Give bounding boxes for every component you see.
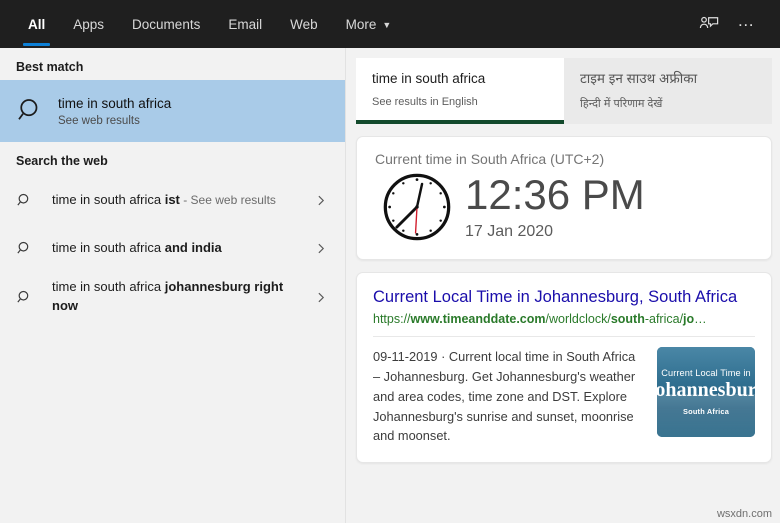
language-tab-active-underline (356, 120, 564, 124)
analog-clock-icon (375, 171, 459, 243)
language-tab-hint: हिन्दी में परिणाम देखें (580, 97, 663, 110)
time-card-title: Current time in South Africa (UTC+2) (375, 151, 605, 167)
tab-all-label: All (28, 16, 46, 32)
tab-more-label: More (345, 16, 377, 32)
suggestion-text: time in south africa ist - See web resul… (52, 191, 305, 210)
web-result-description: 09-11-2019 · Current local time in South… (373, 349, 636, 444)
suggestion-bold: ist (164, 191, 180, 207)
tab-all[interactable]: All (14, 0, 59, 48)
web-result-thumbnail[interactable]: Current Local Time in Johannesburg South… (657, 347, 755, 438)
best-match-result[interactable]: time in south africa See web results (0, 80, 345, 142)
web-result-body: 09-11-2019 · Current local time in South… (373, 347, 755, 446)
chevron-right-icon[interactable] (305, 194, 335, 207)
url-part-domain: www.timeanddate.com (410, 312, 546, 327)
suggestion-prefix: time in south africa (52, 240, 165, 256)
language-tab-english[interactable]: time in south africa See results in Engl… (356, 58, 564, 124)
results-panel: time in south africa See results in Engl… (346, 48, 780, 523)
overflow-dots: … (737, 10, 757, 30)
search-icon (16, 240, 52, 257)
nav-tab-list: All Apps Documents Email Web More ▼ (0, 0, 405, 48)
search-results-window: All Apps Documents Email Web More ▼ … Be… (0, 0, 780, 523)
search-web-heading: Search the web (16, 154, 108, 168)
chevron-right-icon[interactable] (305, 291, 335, 304)
url-part-scheme: https:// (373, 312, 411, 327)
time-card-text: 12:36 PM 17 Jan 2020 (459, 170, 645, 241)
divider (373, 336, 755, 338)
tab-apps[interactable]: Apps (59, 0, 118, 48)
thumbnail-line-1: Current Local Time in (661, 368, 751, 379)
language-tab-hint: See results in English (372, 95, 478, 108)
best-match-text: time in south africa See web results (58, 95, 171, 127)
watermark: wsxdn.com (716, 508, 772, 520)
suggestion-prefix: time in south africa (52, 279, 165, 295)
url-part-path2: -africa/ (644, 312, 684, 327)
thumbnail-text: Current Local Time in Johannesburg South… (657, 347, 755, 437)
time-card-body: 12:36 PM 17 Jan 2020 (375, 171, 753, 243)
tab-documents-label: Documents (132, 16, 201, 32)
suggestion-suffix: - See web results (179, 192, 276, 207)
thumbnail-line-3: South Africa (682, 406, 730, 416)
web-result-card: Current Local Time in Johannesburg, Sout… (356, 272, 772, 464)
suggestion-text: time in south africa johannesburg right … (52, 278, 305, 316)
sidebar: Best match time in south africa See web … (0, 48, 346, 523)
chevron-right-icon[interactable] (305, 242, 335, 255)
url-part-highlight1: south (610, 312, 645, 327)
current-time-card: Current time in South Africa (UTC+2) 12:… (356, 136, 772, 260)
url-part-ellipsis: … (694, 312, 707, 327)
url-part-path1: /worldclock/ (545, 312, 611, 327)
best-match-subtitle: See web results (58, 115, 140, 128)
tab-web[interactable]: Web (276, 0, 332, 48)
thumbnail-line-2: Johannesburg (657, 379, 755, 402)
suggestion-item-2[interactable]: time in south africa johannesburg right … (0, 271, 345, 323)
suggestion-text: time in south africa and india (52, 239, 305, 258)
web-result-title-link[interactable]: Current Local Time in Johannesburg, Sout… (373, 287, 755, 308)
topbar-actions: … (690, 0, 780, 48)
tab-active-underline (23, 43, 51, 46)
suggestion-item-1[interactable]: time in south africa and india (0, 226, 345, 271)
search-icon (16, 192, 52, 209)
tab-email-label: Email (228, 16, 263, 32)
current-time-value: 12:36 PM (465, 170, 645, 218)
chevron-down-icon: ▼ (382, 19, 392, 30)
tab-documents[interactable]: Documents (118, 0, 214, 48)
suggestion-prefix: time in south africa (52, 191, 165, 207)
language-tab-query: टाइम इन साउथ अफ्रीका (580, 71, 698, 86)
tab-web-label: Web (290, 16, 318, 32)
best-match-heading: Best match (16, 60, 84, 74)
suggestion-item-0[interactable]: time in south africa ist - See web resul… (0, 174, 345, 226)
tab-email[interactable]: Email (214, 0, 276, 48)
search-icon (16, 289, 52, 306)
current-date-value: 17 Jan 2020 (465, 223, 554, 241)
language-tab-hindi[interactable]: टाइम इन साउथ अफ्रीका हिन्दी में परिणाम द… (564, 58, 772, 124)
suggestion-bold: and india (164, 240, 222, 256)
search-icon (16, 96, 58, 126)
language-tab-bar: time in south africa See results in Engl… (356, 58, 772, 124)
top-navigation-bar: All Apps Documents Email Web More ▼ … (0, 0, 780, 48)
language-tab-query: time in south africa (372, 71, 486, 86)
web-result-url[interactable]: https://www.timeanddate.com/worldclock/s… (373, 312, 755, 326)
url-part-highlight2: jo (683, 312, 695, 327)
content-area: Best match time in south africa See web … (0, 48, 780, 523)
more-options-icon[interactable]: … (728, 5, 766, 43)
tab-more[interactable]: More ▼ (332, 0, 406, 48)
feedback-icon[interactable] (690, 5, 728, 43)
best-match-title: time in south africa (58, 95, 172, 111)
tab-apps-label: Apps (73, 16, 105, 32)
